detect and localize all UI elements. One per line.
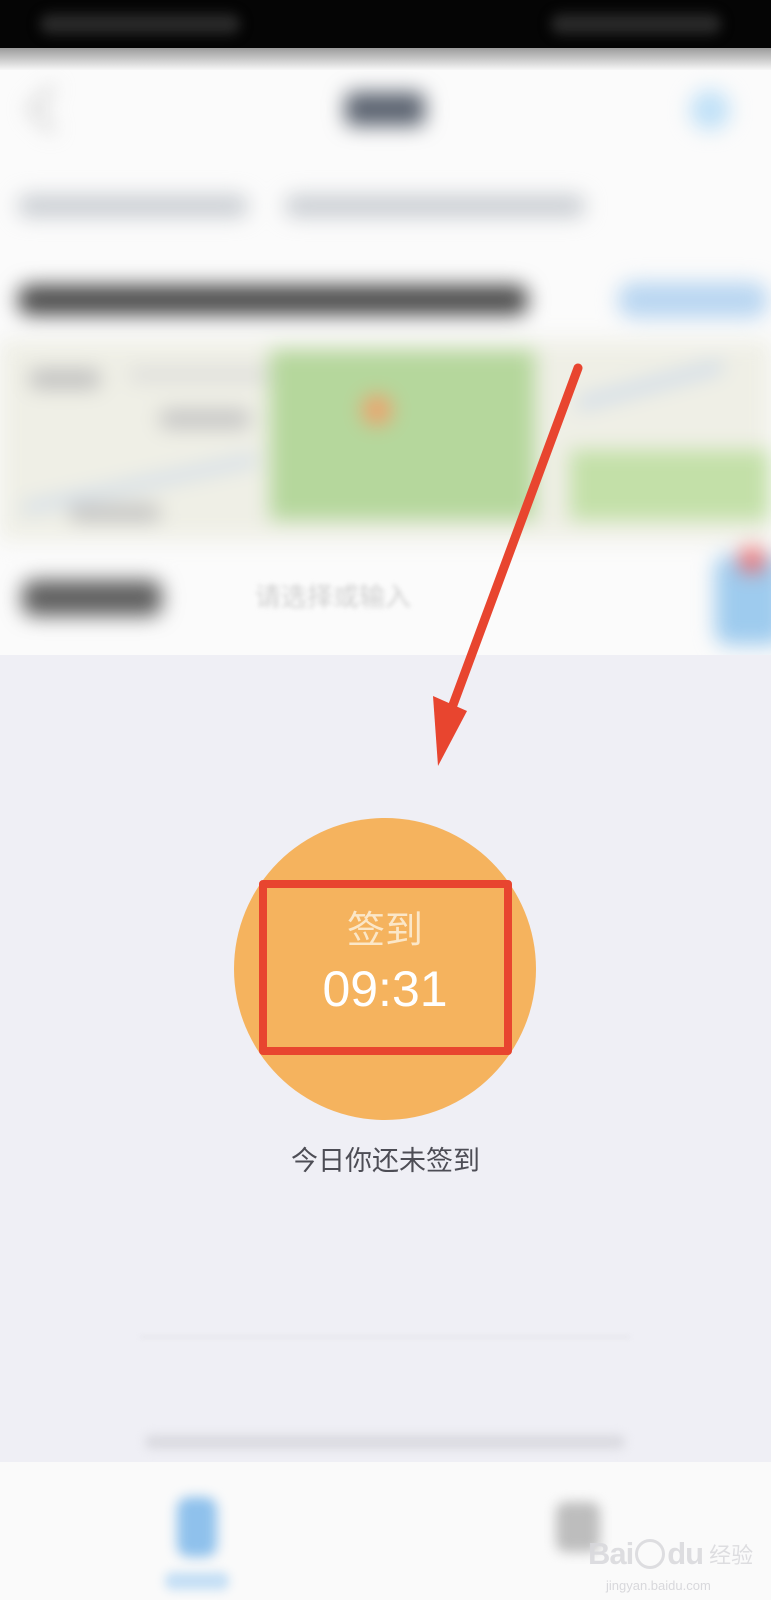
- notification-badge: [739, 547, 765, 573]
- watermark-cn: 经验: [709, 1544, 754, 1569]
- field-label-redacted: [22, 580, 162, 616]
- map-label: [30, 370, 100, 388]
- status-bar-right-blur: [551, 14, 721, 34]
- status-bar: [0, 0, 771, 48]
- checkin-info-panel: [0, 70, 771, 655]
- annotation-highlight-box: [259, 880, 512, 1055]
- divider: [140, 1336, 630, 1338]
- location-map[interactable]: [0, 340, 771, 540]
- date-info-redacted: [18, 195, 248, 217]
- relocate-button[interactable]: [618, 282, 768, 318]
- avatar[interactable]: [715, 547, 771, 645]
- watermark-brand-suffix: du: [667, 1536, 704, 1571]
- paw-icon: [635, 1539, 666, 1569]
- watermark-brand: Bai: [588, 1536, 634, 1571]
- map-road: [576, 360, 724, 410]
- tab-checkin-label-redacted[interactable]: [165, 1572, 229, 1590]
- map-park-area-2: [570, 450, 770, 520]
- remark-input[interactable]: [255, 575, 585, 621]
- nav-action-icon[interactable]: [690, 90, 730, 130]
- address-redacted: [18, 285, 528, 315]
- baidu-jingyan-watermark: Bai du 经验: [588, 1526, 763, 1582]
- back-arrow-icon[interactable]: [26, 84, 76, 134]
- map-label: [160, 410, 250, 428]
- blurred-footer-text: [145, 1435, 625, 1449]
- tab-checkin-icon[interactable]: [177, 1497, 217, 1557]
- rule-info-redacted: [285, 195, 585, 217]
- map-park-area: [270, 350, 535, 520]
- map-label: [70, 505, 160, 521]
- status-bar-shadow: [0, 48, 771, 70]
- status-bar-left-blur: [40, 14, 240, 34]
- map-road: [130, 370, 270, 380]
- page-title-redacted: [345, 92, 425, 126]
- location-pin-icon: [362, 395, 392, 425]
- checkin-status-text: 今日你还未签到: [291, 1146, 480, 1177]
- watermark-url: jingyan.baidu.com: [606, 1578, 711, 1593]
